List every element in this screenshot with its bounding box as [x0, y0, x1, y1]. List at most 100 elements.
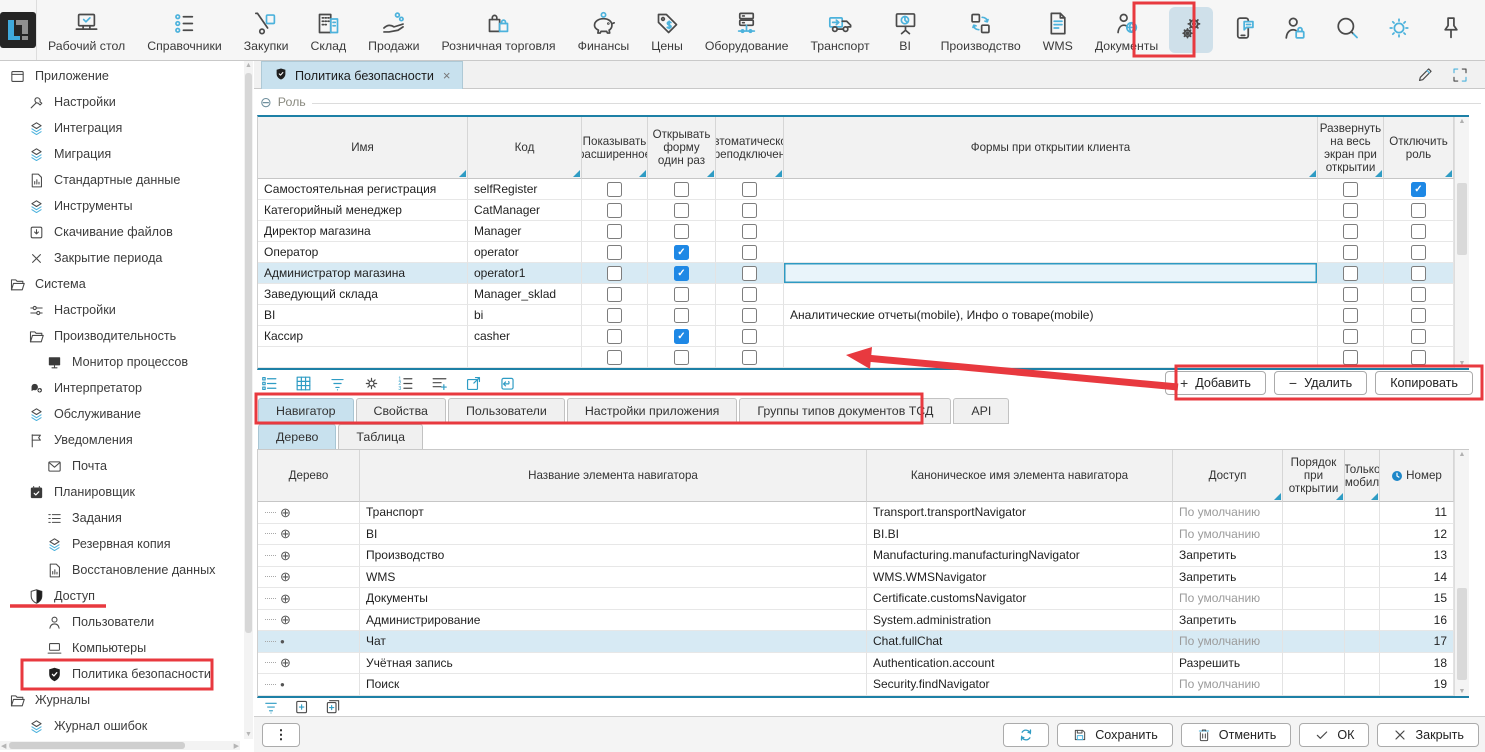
nav-mobile-cell[interactable]	[1345, 567, 1380, 589]
fullscreen-cell[interactable]	[1318, 179, 1384, 200]
expand-icon[interactable]: ⊕	[280, 506, 291, 519]
disable-role-cell[interactable]	[1384, 263, 1454, 284]
role-column-header-1[interactable]: Код	[468, 117, 582, 179]
checkbox[interactable]	[1411, 245, 1426, 260]
auto-reconnect-cell[interactable]	[716, 347, 784, 368]
sidebar-item-11[interactable]: Монитор процессов	[0, 349, 242, 375]
open-external-icon[interactable]	[464, 374, 483, 393]
auto-reconnect-cell[interactable]	[716, 305, 784, 326]
role-column-header-5[interactable]: Формы при открытии клиента	[784, 117, 1318, 179]
checkbox[interactable]	[1343, 266, 1358, 281]
sidebar-item-14[interactable]: Уведомления	[0, 427, 242, 453]
edit-pencil-icon[interactable]	[1416, 65, 1435, 84]
role-name-cell[interactable]: Администратор магазина	[258, 263, 468, 284]
tree-cell[interactable]: ⊕	[258, 610, 360, 632]
checkbox[interactable]	[742, 308, 757, 323]
sidebar-item-10[interactable]: Производительность	[0, 323, 242, 349]
toolbar-item-person-globe[interactable]: Документы	[1084, 0, 1169, 60]
fullscreen-cell[interactable]	[1318, 263, 1384, 284]
more-menu-button[interactable]: ⋮	[262, 723, 300, 747]
tree-cell[interactable]: ⊕	[258, 567, 360, 589]
toolbar-item-sales-hand[interactable]: Продажи	[357, 0, 430, 60]
toolbar-item-equipment-server[interactable]: Оборудование	[694, 0, 800, 60]
nav-access-cell[interactable]: Запретить	[1173, 567, 1283, 589]
disable-role-cell[interactable]	[1384, 284, 1454, 305]
show-extended-cell[interactable]	[582, 242, 648, 263]
nav-mobile-cell[interactable]	[1345, 610, 1380, 632]
checkbox[interactable]	[742, 329, 757, 344]
sidebar-item-23[interactable]: Политика безопасности	[0, 661, 242, 687]
nav-access-cell[interactable]: По умолчанию	[1173, 588, 1283, 610]
role-name-cell[interactable]: Оператор	[258, 242, 468, 263]
role-table-row[interactable]: BIbiАналитические отчеты(mobile), Инфо о…	[258, 305, 1469, 326]
sidebar-item-15[interactable]: Почта	[0, 453, 242, 479]
nav-canonical-cell[interactable]: Manufacturing.manufacturingNavigator	[867, 545, 1173, 567]
checkbox[interactable]: ✓	[674, 245, 689, 260]
nav-name-cell[interactable]: Администрирование	[360, 610, 867, 632]
role-table-row[interactable]: Директор магазинаManager	[258, 221, 1469, 242]
toolbar-button-eye[interactable]	[1481, 7, 1485, 53]
bottom-button-закрыть[interactable]: Закрыть	[1377, 723, 1479, 747]
open-once-cell[interactable]	[648, 347, 716, 368]
nav-number-cell[interactable]: 14	[1380, 567, 1454, 589]
sidebar-item-18[interactable]: Резервная копия	[0, 531, 242, 557]
open-once-cell[interactable]: ✓	[648, 263, 716, 284]
nav-number-cell[interactable]: 16	[1380, 610, 1454, 632]
toolbar-item-warehouse[interactable]: Склад	[300, 0, 358, 60]
toolbar-button-brightness[interactable]	[1377, 7, 1421, 53]
toolbar-item-reference-list[interactable]: Справочники	[136, 0, 233, 60]
settings-gear-icon[interactable]	[362, 374, 381, 393]
checkbox[interactable]: ✓	[674, 329, 689, 344]
checkbox[interactable]	[1411, 203, 1426, 218]
role-table-row[interactable]: Администратор магазинаoperator1 ✓	[258, 263, 1469, 284]
grid-view-icon[interactable]	[294, 374, 313, 393]
role-code-cell[interactable]: bi	[468, 305, 582, 326]
nav-column-header-1[interactable]: Название элемента навигатора	[360, 450, 867, 502]
tab-1[interactable]: Свойства	[356, 398, 446, 424]
nav-access-cell[interactable]: По умолчанию	[1173, 502, 1283, 524]
checkbox[interactable]	[607, 224, 622, 239]
role-action-добавить[interactable]: +Добавить	[1165, 371, 1266, 395]
open-once-cell[interactable]: ✓	[648, 242, 716, 263]
role-code-cell[interactable]: operator	[468, 242, 582, 263]
sidebar-item-13[interactable]: Обслуживание	[0, 401, 242, 427]
fullscreen-icon[interactable]	[1451, 66, 1469, 84]
nav-order-cell[interactable]	[1283, 631, 1345, 653]
checkbox[interactable]	[1411, 329, 1426, 344]
nav-number-cell[interactable]: 15	[1380, 588, 1454, 610]
add-box-icon[interactable]	[293, 698, 311, 716]
toolbar-button-search[interactable]	[1325, 7, 1369, 53]
role-code-cell[interactable]	[468, 347, 582, 368]
disable-role-cell[interactable]	[1384, 347, 1454, 368]
role-action-удалить[interactable]: −Удалить	[1274, 371, 1367, 395]
role-name-cell[interactable]: Директор магазина	[258, 221, 468, 242]
disable-role-cell[interactable]	[1384, 200, 1454, 221]
sidebar-item-5[interactable]: Инструменты	[0, 193, 242, 219]
checkbox[interactable]	[742, 266, 757, 281]
tab-0[interactable]: Навигатор	[258, 398, 354, 424]
nav-column-header-2[interactable]: Каноническое имя элемента навигатора	[867, 450, 1173, 502]
role-name-cell[interactable]	[258, 347, 468, 368]
checkbox[interactable]	[674, 308, 689, 323]
nav-name-cell[interactable]: WMS	[360, 567, 867, 589]
nav-order-cell[interactable]	[1283, 502, 1345, 524]
toolbar-item-price-tag[interactable]: Цены	[640, 0, 694, 60]
toolbar-item-production-swap[interactable]: Производство	[930, 0, 1032, 60]
disable-role-cell[interactable]	[1384, 305, 1454, 326]
nav-order-cell[interactable]	[1283, 524, 1345, 546]
role-column-header-6[interactable]: Развернуть на весь экран при открытии	[1318, 117, 1384, 179]
fullscreen-cell[interactable]	[1318, 326, 1384, 347]
nav-access-cell[interactable]: Разрешить	[1173, 653, 1283, 675]
checkbox[interactable]	[742, 245, 757, 260]
fullscreen-cell[interactable]	[1318, 347, 1384, 368]
fullscreen-cell[interactable]	[1318, 305, 1384, 326]
role-name-cell[interactable]: Категорийный менеджер	[258, 200, 468, 221]
role-code-cell[interactable]: selfRegister	[468, 179, 582, 200]
nav-order-cell[interactable]	[1283, 653, 1345, 675]
checkbox[interactable]	[607, 266, 622, 281]
checkbox[interactable]	[742, 182, 757, 197]
checkbox[interactable]	[1343, 350, 1358, 365]
toolbar-item-piggy-bank[interactable]: Финансы	[567, 0, 641, 60]
checkbox[interactable]	[607, 182, 622, 197]
role-code-cell[interactable]: operator1	[468, 263, 582, 284]
